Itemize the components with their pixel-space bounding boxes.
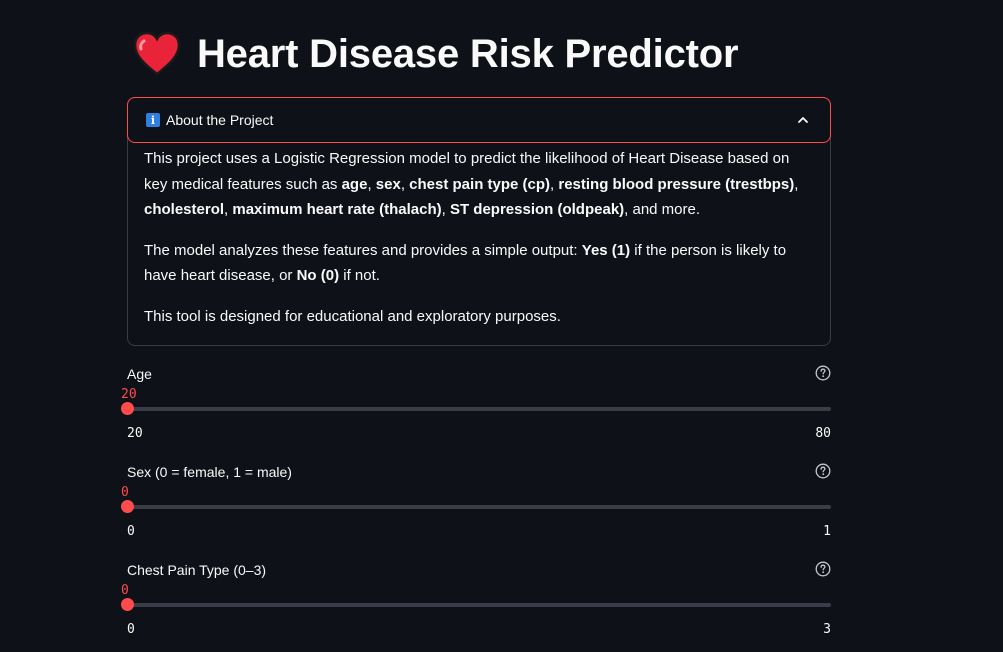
slider-current-value: 20	[121, 387, 137, 402]
bold-text: ST depression (oldpeak)	[449, 201, 625, 219]
text-segment: The model analyzes these features and pr…	[144, 241, 582, 259]
slider-thumb[interactable]	[120, 500, 134, 513]
slider-2: Chest Pain Type (0–3) 0 0 3	[120, 561, 831, 652]
expander-paragraph: This project uses a Logistic Regression …	[144, 146, 814, 223]
info-icon: i	[146, 113, 160, 127]
slider-current-value: 0	[121, 583, 129, 598]
help-icon[interactable]	[815, 365, 831, 381]
expander-paragraph: The model analyzes these features and pr…	[144, 238, 814, 289]
slider-1: Sex (0 = female, 1 = male) 0 0 1	[120, 463, 831, 554]
slider-label: Chest Pain Type (0–3)	[127, 562, 267, 578]
bold-text: age	[341, 175, 368, 193]
about-expander: i About the Project This project uses a …	[127, 97, 831, 346]
slider-0: Age 20 20 80	[120, 365, 831, 456]
text-segment: if not.	[339, 267, 380, 285]
heart-icon	[133, 32, 181, 76]
bold-text: No (0)	[296, 267, 340, 285]
bold-text: Yes (1)	[581, 241, 631, 259]
about-expander-header[interactable]: i About the Project	[127, 97, 831, 143]
slider-current-value: 0	[121, 485, 129, 500]
bold-text: sex	[375, 175, 401, 193]
bold-text: resting blood pressure (trestbps)	[558, 175, 795, 193]
expander-body: This project uses a Logistic Regression …	[144, 146, 814, 345]
help-icon[interactable]	[815, 463, 831, 479]
slider-track[interactable]	[127, 407, 831, 411]
bold-text: maximum heart rate (thalach)	[232, 201, 442, 219]
text-segment: ,	[400, 175, 410, 193]
text-segment: , and more.	[624, 201, 701, 219]
text-segment: ,	[367, 175, 376, 193]
help-icon[interactable]	[815, 561, 831, 577]
text-segment: This tool is designed for educational an…	[144, 307, 561, 325]
text-segment: ,	[441, 201, 450, 219]
slider-thumb[interactable]	[120, 598, 134, 611]
slider-label: Sex (0 = female, 1 = male)	[127, 464, 292, 480]
slider-max-value: 3	[823, 622, 831, 637]
chevron-up-icon[interactable]	[796, 113, 810, 127]
text-segment: ,	[794, 175, 799, 193]
slider-track[interactable]	[127, 505, 831, 509]
bold-text: chest pain type (cp)	[409, 175, 551, 193]
title-row: Heart Disease Risk Predictor	[133, 30, 739, 78]
expander-title: About the Project	[166, 112, 274, 128]
slider-max-value: 80	[815, 426, 831, 441]
slider-min-value: 0	[127, 622, 135, 637]
slider-label: Age	[127, 366, 152, 382]
slider-track[interactable]	[127, 603, 831, 607]
slider-min-value: 20	[127, 426, 143, 441]
page-title: Heart Disease Risk Predictor	[197, 31, 739, 76]
slider-min-value: 0	[127, 524, 135, 539]
slider-thumb[interactable]	[120, 402, 134, 415]
bold-text: cholesterol	[144, 201, 225, 219]
expander-paragraph: This tool is designed for educational an…	[144, 304, 814, 330]
slider-max-value: 1	[823, 524, 831, 539]
